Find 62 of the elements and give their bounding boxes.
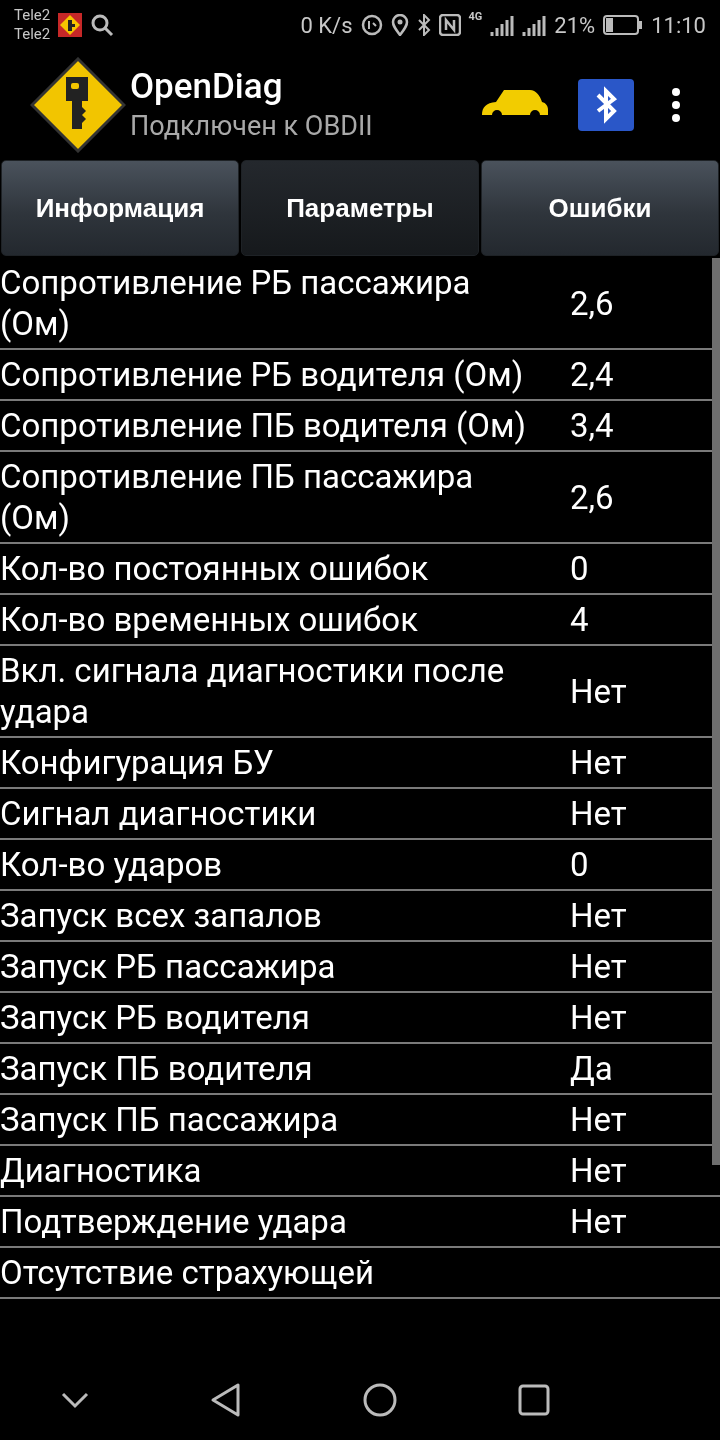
parameter-value: 3,4: [570, 405, 614, 446]
location-icon: [390, 14, 409, 36]
tab[interactable]: Информация: [1, 160, 239, 256]
battery-icon: [603, 15, 644, 35]
network-type: 4G: [468, 10, 483, 23]
parameter-name: Запуск ПБ водителя: [0, 1048, 314, 1089]
parameter-value: Нет: [570, 1099, 627, 1140]
clock: 11:10: [651, 12, 706, 38]
parameter-name: Кол-во ударов: [0, 844, 224, 885]
carrier-name: Tele2: [14, 25, 51, 44]
parameter-name: Сопротивление РБ водителя (Ом): [0, 354, 525, 395]
parameter-name: Вкл. сигнала диагностики после удара: [0, 650, 506, 732]
parameter-name: Запуск РБ пассажира: [0, 946, 337, 987]
parameter-value: Нет: [570, 895, 627, 936]
parameter-value: Нет: [570, 742, 627, 783]
parameter-name: Диагностика: [0, 1150, 203, 1191]
road-sign-icon: [58, 13, 83, 37]
parameter-name: Конфигурация БУ: [0, 742, 275, 783]
back-icon[interactable]: [210, 1382, 242, 1418]
parameter-value: Нет: [570, 1150, 627, 1191]
parameter-name: Сопротивление РБ пассажира (Ом): [0, 262, 472, 344]
bluetooth-icon: [416, 14, 431, 36]
network-speed: 0 K/s: [300, 12, 353, 38]
key-sign-icon: [30, 57, 126, 153]
parameter-name: Запуск ПБ пассажира: [0, 1099, 340, 1140]
recent-apps-icon[interactable]: [518, 1384, 550, 1416]
parameter-name: Запуск РБ водителя: [0, 997, 311, 1038]
parameter-name: Кол-во постоянных ошибок: [0, 548, 430, 589]
parameter-name: Запуск всех запалов: [0, 895, 323, 936]
parameter-name: Сигнал диагностики: [0, 793, 318, 834]
connection-status: Подключен к OBDII: [130, 109, 374, 144]
parameter-value: Нет: [570, 946, 627, 987]
parameter-value: 4: [570, 599, 589, 640]
home-icon[interactable]: [362, 1382, 398, 1418]
signal-icon: [490, 14, 515, 36]
parameter-name: Кол-во временных ошибок: [0, 599, 419, 640]
parameter-name: Отсутствие страхующей: [0, 1252, 376, 1293]
battery-percent: 21%: [554, 12, 596, 38]
more-icon[interactable]: [670, 87, 682, 123]
parameter-value: 0: [570, 548, 589, 589]
parameter-value: Нет: [570, 1201, 627, 1242]
app-title: OpenDiag: [130, 66, 284, 108]
carrier-name: Tele2: [14, 6, 51, 25]
parameter-name: Сопротивление ПБ пассажира (Ом): [0, 456, 475, 538]
parameter-name: Подтверждение удара: [0, 1201, 348, 1242]
parameter-value: Нет: [570, 793, 627, 834]
parameter-value: 0: [570, 844, 589, 885]
bluetooth-adapter-icon[interactable]: [578, 79, 634, 131]
parameter-value: Нет: [570, 670, 627, 712]
parameter-value: Да: [570, 1048, 613, 1089]
tab[interactable]: Ошибки: [481, 160, 719, 256]
parameter-value: Нет: [570, 997, 627, 1038]
data-saver-icon: [360, 14, 383, 36]
tab[interactable]: Параметры: [241, 160, 479, 256]
search-icon: [90, 13, 115, 37]
signal-icon: [522, 14, 547, 36]
parameter-value: 2,4: [570, 354, 614, 395]
parameter-value: 2,6: [570, 476, 614, 518]
chevron-down-icon[interactable]: [60, 1391, 90, 1409]
nfc-icon: [438, 14, 461, 36]
parameter-value: 2,6: [570, 282, 614, 324]
parameter-name: Сопротивление ПБ водителя (Ом): [0, 405, 527, 446]
